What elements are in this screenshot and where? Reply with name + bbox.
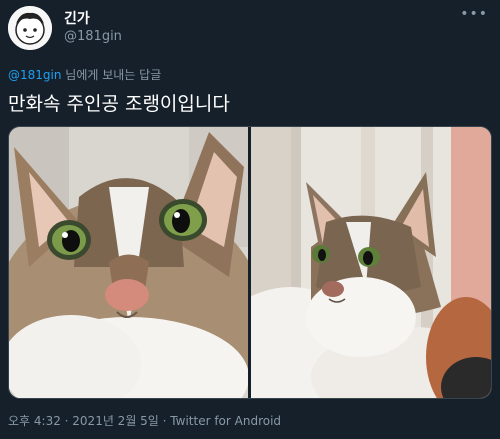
tweet-metadata: 오후 4:32 · 2021년 2월 5일 · Twitter for Andr… (8, 412, 281, 429)
media-grid (8, 126, 492, 399)
tweet-client[interactable]: Twitter for Android (170, 414, 281, 428)
cat-photo-right[interactable] (251, 127, 491, 398)
tweet-text: 만화속 주인공 조랭이입니다 (8, 93, 230, 115)
reply-mention-link[interactable]: @181gin (8, 68, 61, 82)
avatar[interactable] (8, 6, 52, 50)
cat-photo-left[interactable] (9, 127, 248, 398)
user-handle[interactable]: @181gin (64, 28, 122, 46)
reply-label: 님에게 보내는 답글 (61, 68, 162, 82)
more-options-icon[interactable]: ••• (460, 6, 488, 22)
display-name[interactable]: 긴가 (64, 10, 122, 28)
avatar-drawing (8, 6, 52, 50)
tweet-header: 긴가 @181gin ••• (8, 6, 492, 50)
reply-context: @181gin 님에게 보내는 답글 (8, 66, 161, 83)
tweet-timestamp[interactable]: 오후 4:32 · 2021년 2월 5일 · (8, 414, 170, 428)
author-names[interactable]: 긴가 @181gin (64, 10, 122, 46)
